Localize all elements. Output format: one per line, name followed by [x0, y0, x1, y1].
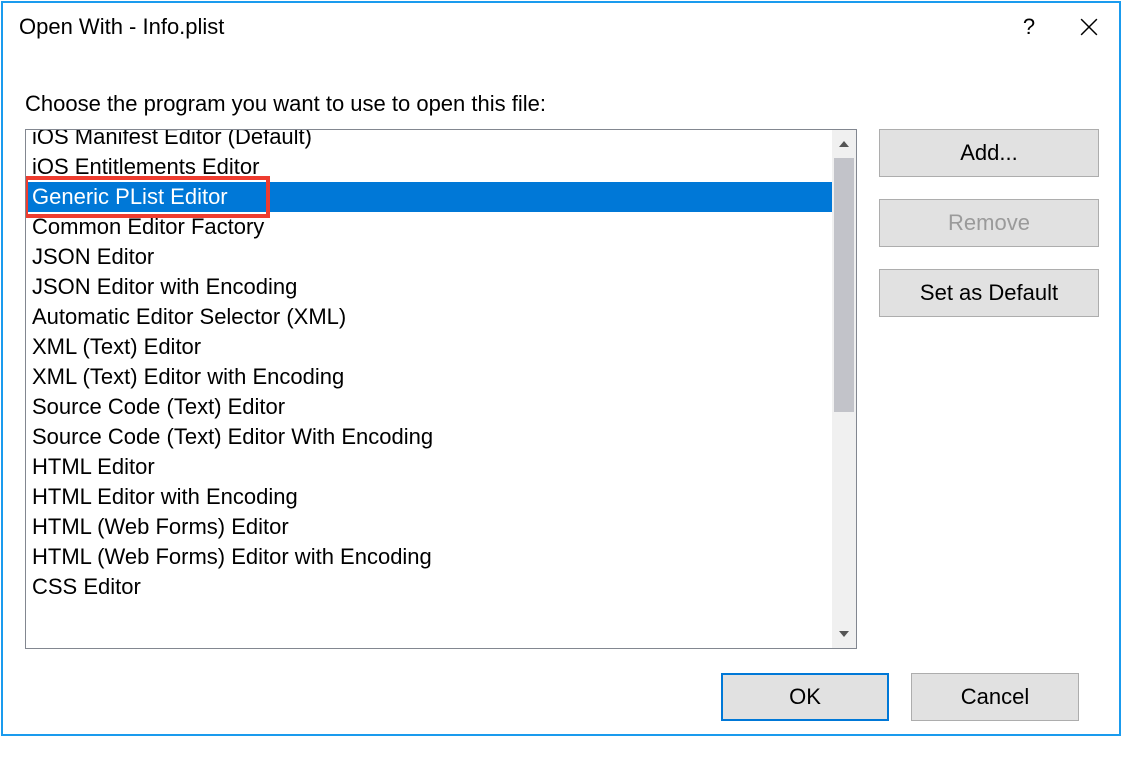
- help-icon: ?: [1023, 14, 1035, 40]
- list-item[interactable]: HTML (Web Forms) Editor: [26, 512, 832, 542]
- scroll-down-arrow-icon[interactable]: [832, 620, 856, 648]
- list-item-label: iOS Entitlements Editor: [32, 154, 259, 179]
- list-item-label: XML (Text) Editor: [32, 334, 201, 359]
- set-default-button-label: Set as Default: [920, 280, 1058, 306]
- list-item-label: Source Code (Text) Editor: [32, 394, 285, 419]
- list-item-label: iOS Manifest Editor (Default): [32, 130, 312, 149]
- list-item-label: Automatic Editor Selector (XML): [32, 304, 346, 329]
- cancel-button[interactable]: Cancel: [911, 673, 1079, 721]
- list-item[interactable]: HTML Editor with Encoding: [26, 482, 832, 512]
- program-listbox[interactable]: iOS Manifest Editor (Default) iOS Entitle…: [25, 129, 857, 649]
- scroll-up-arrow-icon[interactable]: [832, 130, 856, 158]
- list-item-label: XML (Text) Editor with Encoding: [32, 364, 344, 389]
- cancel-button-label: Cancel: [961, 684, 1029, 710]
- list-item-label: Generic PList Editor: [32, 184, 228, 209]
- ok-button[interactable]: OK: [721, 673, 889, 721]
- help-button[interactable]: ?: [999, 3, 1059, 51]
- remove-button-label: Remove: [948, 210, 1030, 236]
- list-item[interactable]: XML (Text) Editor with Encoding: [26, 362, 832, 392]
- dialog-window: Open With - Info.plist ? Choose the prog…: [1, 1, 1121, 736]
- window-title: Open With - Info.plist: [19, 14, 224, 40]
- list-item[interactable]: JSON Editor: [26, 242, 832, 272]
- list-item[interactable]: HTML Editor: [26, 452, 832, 482]
- list-item[interactable]: Common Editor Factory: [26, 212, 832, 242]
- list-item[interactable]: CSS Editor: [26, 572, 832, 602]
- add-button-label: Add...: [960, 140, 1017, 166]
- ok-button-label: OK: [789, 684, 821, 710]
- list-item-label: HTML (Web Forms) Editor with Encoding: [32, 544, 432, 569]
- instruction-label: Choose the program you want to use to op…: [25, 91, 1099, 117]
- list-item-label: HTML (Web Forms) Editor: [32, 514, 289, 539]
- list-item-label: CSS Editor: [32, 574, 141, 599]
- close-icon: [1080, 18, 1098, 36]
- remove-button[interactable]: Remove: [879, 199, 1099, 247]
- list-item[interactable]: Automatic Editor Selector (XML): [26, 302, 832, 332]
- list-item-label: JSON Editor: [32, 244, 154, 269]
- list-item-label: HTML Editor: [32, 454, 155, 479]
- close-button[interactable]: [1059, 3, 1119, 51]
- list-item[interactable]: HTML (Web Forms) Editor with Encoding: [26, 542, 832, 572]
- list-item[interactable]: Generic PList Editor: [26, 182, 832, 212]
- list-item-label: Common Editor Factory: [32, 214, 264, 239]
- list-item[interactable]: JSON Editor with Encoding: [26, 272, 832, 302]
- vertical-scrollbar[interactable]: [832, 130, 856, 648]
- list-item[interactable]: iOS Manifest Editor (Default): [26, 130, 832, 152]
- set-default-button[interactable]: Set as Default: [879, 269, 1099, 317]
- list-item[interactable]: Source Code (Text) Editor: [26, 392, 832, 422]
- scroll-track[interactable]: [832, 158, 856, 620]
- scroll-thumb[interactable]: [834, 158, 854, 412]
- list-item-label: HTML Editor with Encoding: [32, 484, 298, 509]
- list-item-label: JSON Editor with Encoding: [32, 274, 297, 299]
- list-item[interactable]: Source Code (Text) Editor With Encoding: [26, 422, 832, 452]
- list-item[interactable]: XML (Text) Editor: [26, 332, 832, 362]
- add-button[interactable]: Add...: [879, 129, 1099, 177]
- list-item[interactable]: iOS Entitlements Editor: [26, 152, 832, 182]
- list-item-label: Source Code (Text) Editor With Encoding: [32, 424, 433, 449]
- titlebar: Open With - Info.plist ?: [3, 3, 1119, 51]
